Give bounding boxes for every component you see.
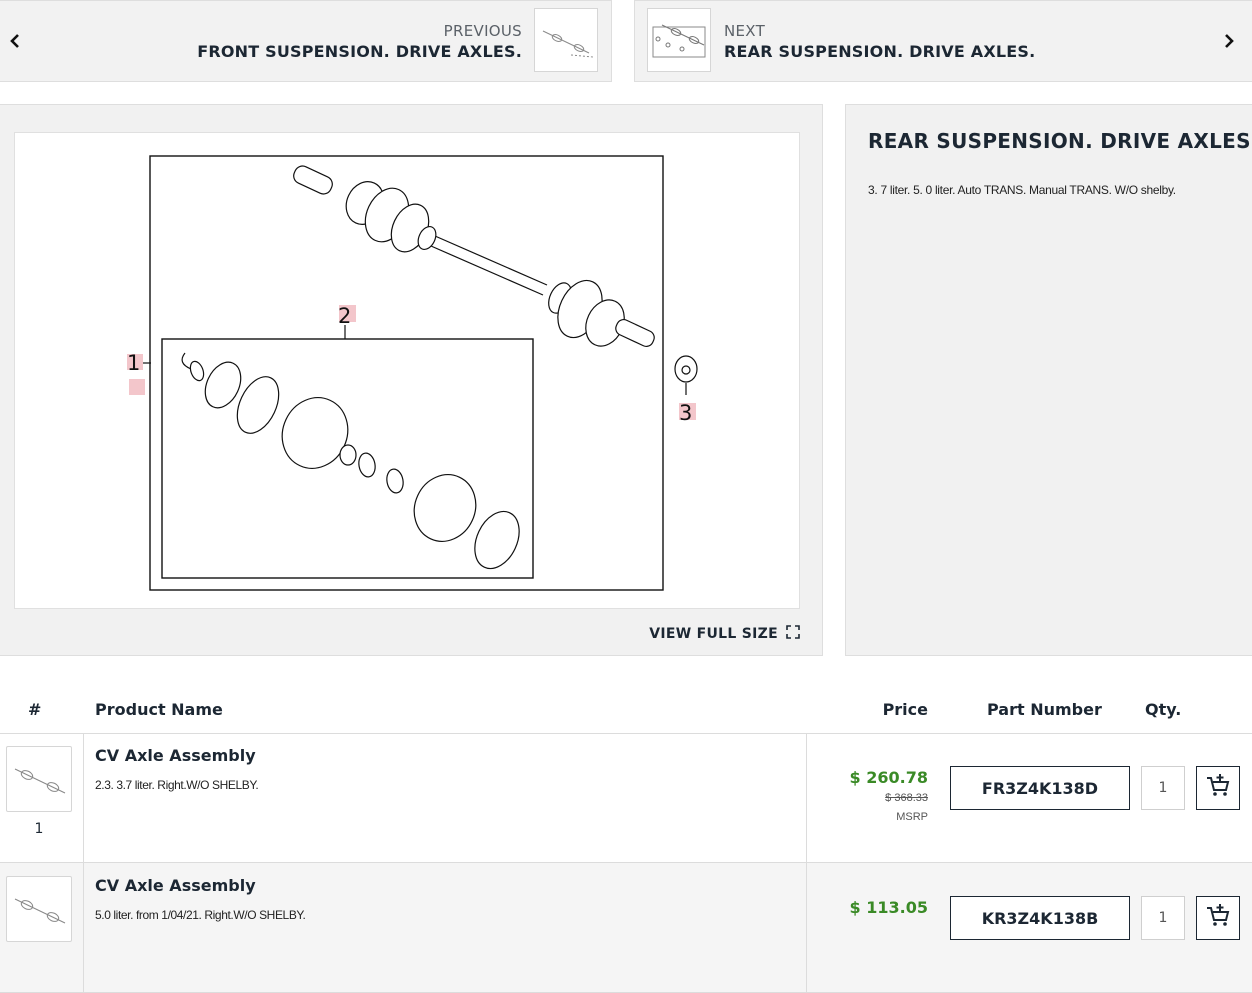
add-to-cart-button[interactable] (1196, 766, 1240, 810)
parts-table-header: # Product Name Price Part Number Qty. (0, 686, 1252, 734)
next-diagram-link[interactable]: NEXT REAR SUSPENSION. DRIVE AXLES. (634, 0, 1252, 82)
product-thumbnail[interactable] (6, 876, 72, 942)
product-name-cell: CV Axle Assembly 2.3. 3.7 liter. Right.W… (84, 733, 807, 862)
msrp-label: MSRP (896, 811, 928, 823)
header-product-name: Product Name (95, 700, 223, 719)
header-number: # (28, 700, 42, 719)
product-price: $ 113.05 (849, 898, 928, 917)
diagram-info-panel: REAR SUSPENSION. DRIVE AXLES. 3. 7 liter… (845, 104, 1252, 656)
product-name[interactable]: CV Axle Assembly (95, 746, 256, 765)
header-price: Price (882, 700, 928, 719)
quantity-input[interactable]: 1 (1141, 896, 1185, 940)
product-name[interactable]: CV Axle Assembly (95, 876, 256, 895)
previous-diagram-link[interactable]: PREVIOUS FRONT SUSPENSION. DRIVE AXLES. (0, 0, 612, 82)
next-thumbnail[interactable] (647, 8, 711, 72)
row-number-cell: 1 (0, 733, 84, 862)
row-number: 1 (34, 821, 44, 837)
diagram-title: REAR SUSPENSION. DRIVE AXLES. (868, 129, 1252, 153)
previous-title[interactable]: FRONT SUSPENSION. DRIVE AXLES. (197, 42, 522, 61)
chevron-left-icon[interactable] (6, 31, 26, 51)
product-name-cell: CV Axle Assembly 5.0 liter. from 1/04/21… (84, 863, 807, 992)
add-to-cart-icon (1205, 773, 1231, 803)
header-qty: Qty. (1145, 700, 1182, 719)
previous-kicker: PREVIOUS (443, 22, 522, 40)
header-part-number: Part Number (987, 700, 1102, 719)
msrp-value: $ 368.33 (885, 792, 928, 804)
part-number-button[interactable]: KR3Z4K138B (950, 896, 1130, 940)
row-number-cell (0, 863, 84, 992)
view-full-size-label: VIEW FULL SIZE (649, 626, 778, 642)
diagram-panel: 1 2 3 VIEW FULL SIZE (0, 104, 823, 656)
product-description: 5.0 liter. from 1/04/21. Right.W/O SHELB… (95, 908, 306, 922)
previous-thumbnail[interactable] (534, 8, 598, 72)
expand-icon (786, 625, 800, 643)
product-description: 2.3. 3.7 liter. Right.W/O SHELBY. (95, 778, 259, 792)
table-row: CV Axle Assembly 5.0 liter. from 1/04/21… (0, 863, 1252, 993)
next-title[interactable]: REAR SUSPENSION. DRIVE AXLES. (724, 42, 1035, 61)
chevron-right-icon[interactable] (1218, 31, 1238, 51)
table-row: 1 CV Axle Assembly 2.3. 3.7 liter. Right… (0, 733, 1252, 863)
product-price: $ 260.78 (849, 768, 928, 787)
callout-1-highlight-lower[interactable] (129, 379, 145, 395)
parts-diagram[interactable]: 1 2 3 (14, 132, 800, 609)
add-to-cart-button[interactable] (1196, 896, 1240, 940)
add-to-cart-icon (1205, 903, 1231, 933)
callout-3[interactable]: 3 (679, 401, 692, 425)
product-thumbnail[interactable] (6, 746, 72, 812)
callout-1[interactable]: 1 (127, 351, 140, 375)
diagram-description: 3. 7 liter. 5. 0 liter. Auto TRANS. Manu… (868, 183, 1176, 197)
view-full-size-button[interactable]: VIEW FULL SIZE (649, 625, 800, 643)
callout-2[interactable]: 2 (338, 304, 351, 328)
next-kicker: NEXT (724, 22, 766, 40)
quantity-input[interactable]: 1 (1141, 766, 1185, 810)
part-number-button[interactable]: FR3Z4K138D (950, 766, 1130, 810)
